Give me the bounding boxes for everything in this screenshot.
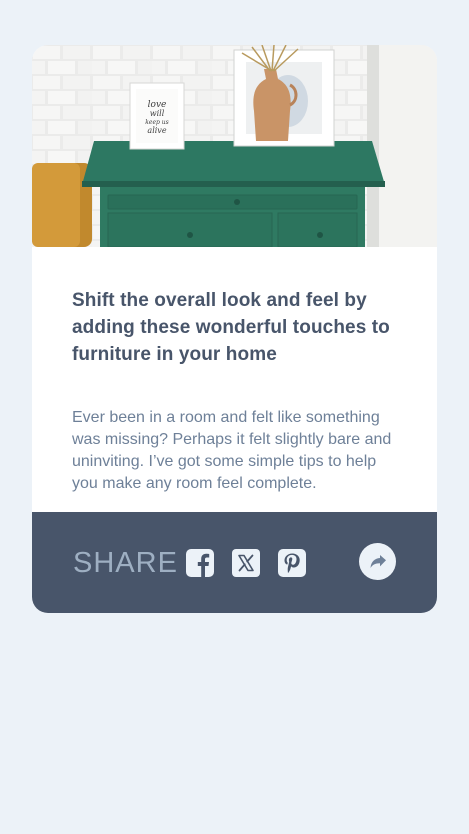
x-icon[interactable] (232, 549, 260, 577)
article-title: Shift the overall look and feel by addin… (72, 290, 390, 365)
sign-line-4: alive (147, 126, 166, 135)
sign-line-2: will (150, 109, 165, 118)
share-bar: SHARE (32, 512, 437, 613)
share-button[interactable] (359, 543, 396, 580)
article-description: Ever been in a room and felt like someth… (72, 409, 392, 492)
facebook-icon[interactable] (186, 549, 214, 577)
sign-line-3: keep us (145, 119, 168, 126)
share-arrow-icon (370, 554, 386, 568)
pinterest-icon[interactable] (278, 549, 306, 577)
share-label: SHARE (73, 547, 178, 579)
hero-image: love will keep us alive (32, 45, 437, 247)
dresser-photo: love will keep us alive (32, 45, 437, 247)
article-card: love will keep us alive Shift the overal… (32, 45, 437, 613)
